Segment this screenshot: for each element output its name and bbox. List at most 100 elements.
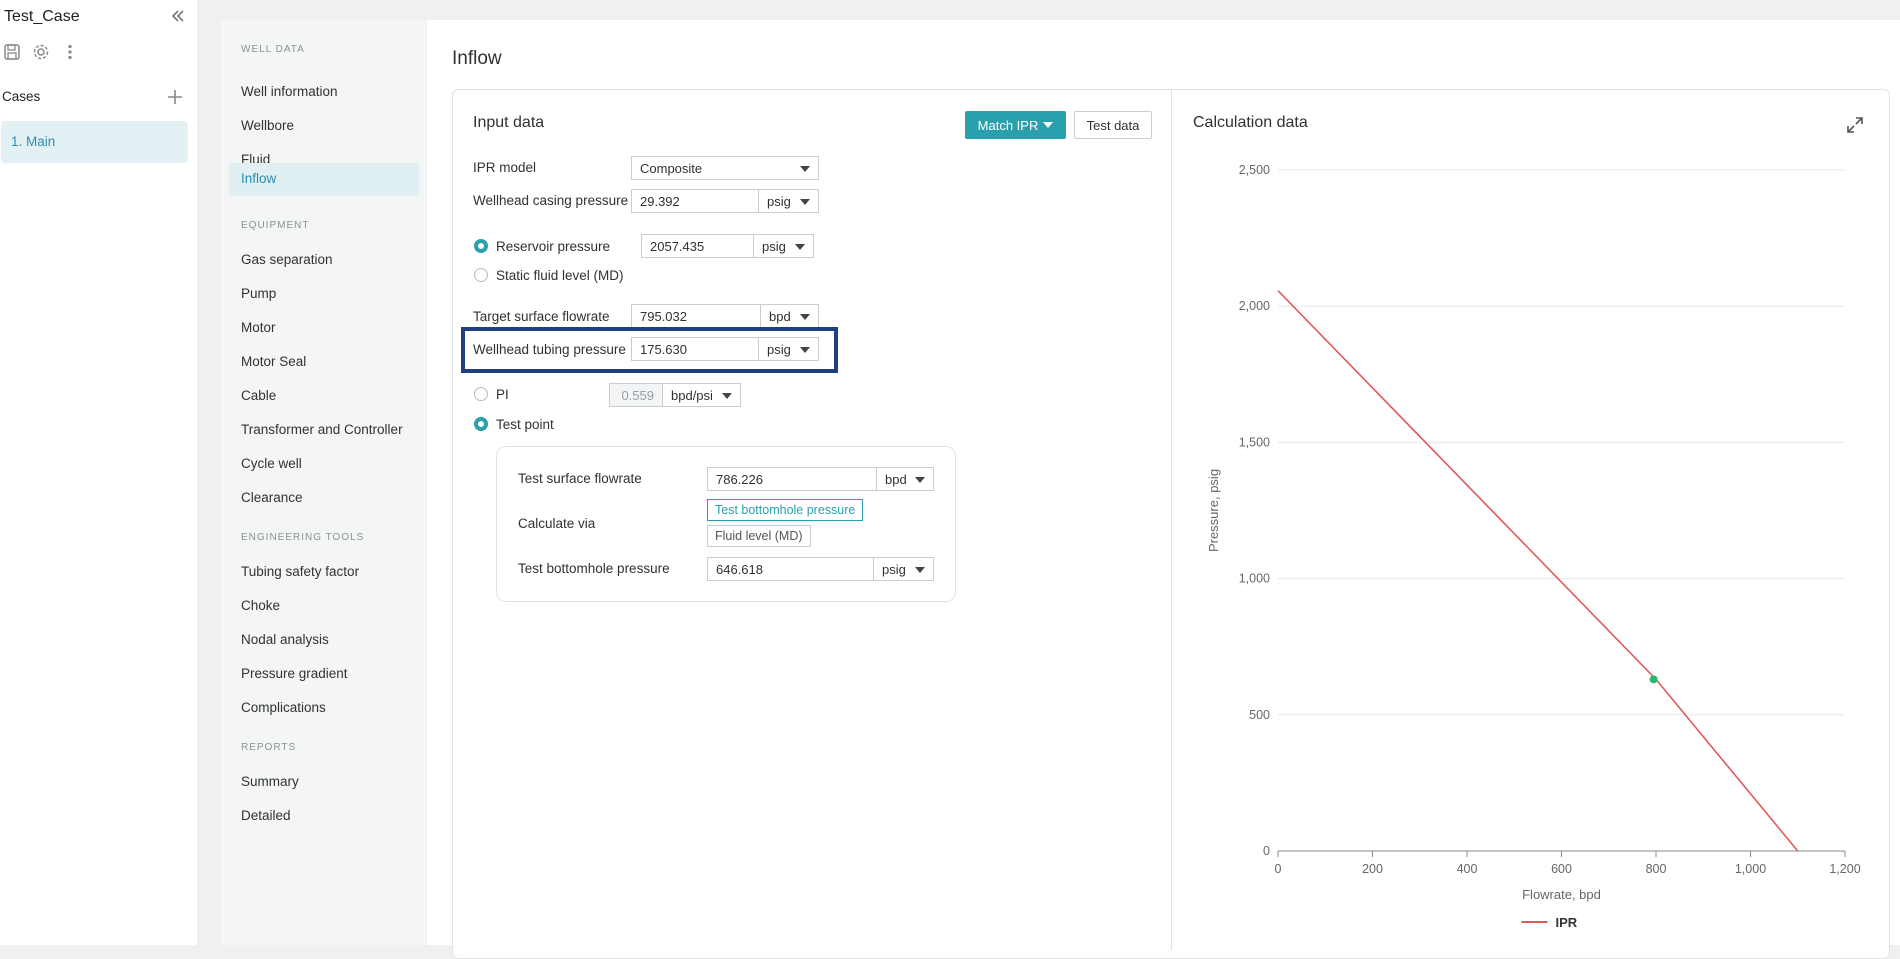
page-title: Inflow <box>452 48 502 69</box>
test-surface-flowrate-label: Test surface flowrate <box>518 471 642 486</box>
chevron-down-icon <box>1043 122 1054 128</box>
unit-value: psig <box>762 239 786 254</box>
x-tick-label: 400 <box>1457 862 1478 876</box>
add-case-icon[interactable] <box>166 88 184 106</box>
test-surface-flowrate-input[interactable]: 786.226 <box>707 467 877 491</box>
expand-icon[interactable] <box>1845 115 1865 135</box>
pi-input[interactable]: 0.559 <box>609 383 663 407</box>
unit-value: psig <box>882 562 906 577</box>
nav-item-motor-seal[interactable]: Motor Seal <box>229 346 419 379</box>
y-tick-label: 2,000 <box>1239 299 1270 313</box>
ipr-model-select[interactable]: Composite <box>631 156 819 180</box>
x-axis-label: Flowrate, bpd <box>1522 887 1601 902</box>
nav-item-wellbore[interactable]: Wellbore <box>229 110 419 143</box>
legend-label-ipr: IPR <box>1556 915 1578 930</box>
target-surface-flowrate-label: Target surface flowrate <box>473 309 610 324</box>
test-data-button[interactable]: Test data <box>1074 111 1152 139</box>
pi-label: PI <box>496 387 509 402</box>
pi-radio[interactable] <box>474 387 488 401</box>
x-tick-label: 600 <box>1551 862 1572 876</box>
nav-item-summary[interactable]: Summary <box>229 766 419 799</box>
chevron-down-icon <box>915 567 925 573</box>
wellhead-tubing-pressure-input[interactable]: 175.630 <box>631 337 759 361</box>
y-tick-label: 2,500 <box>1239 163 1270 177</box>
case-item-main[interactable]: 1. Main <box>1 121 188 163</box>
target-surface-flowrate-input[interactable]: 795.032 <box>631 304 761 328</box>
pi-unit[interactable]: bpd/psi <box>662 383 741 407</box>
wellhead-casing-pressure-unit[interactable]: psig <box>758 189 819 213</box>
x-tick-label: 800 <box>1646 862 1667 876</box>
reservoir-pressure-unit[interactable]: psig <box>753 234 814 258</box>
match-ipr-button[interactable]: Match IPR <box>965 111 1066 139</box>
option-fluid-level-md[interactable]: Fluid level (MD) <box>707 525 811 547</box>
unit-value: psig <box>767 342 791 357</box>
wellhead-tubing-pressure-label: Wellhead tubing pressure <box>473 342 626 357</box>
reservoir-pressure-label: Reservoir pressure <box>496 239 611 254</box>
nav-item-nodal-analysis[interactable]: Nodal analysis <box>229 624 419 657</box>
cases-label: Cases <box>2 89 41 104</box>
save-icon[interactable] <box>2 42 22 62</box>
match-ipr-label: Match IPR <box>977 117 1039 133</box>
ipr-model-value: Composite <box>640 161 703 176</box>
chevron-down-icon <box>915 477 925 483</box>
wellhead-casing-pressure-label: Wellhead casing pressure <box>473 193 629 208</box>
ipr-chart: 0 500 1,000 1,500 2,000 2,500 0 200 400 600 800 1,0… <box>1206 163 1861 930</box>
project-title: Test_Case <box>4 8 80 25</box>
nav-item-tubing-safety-factor[interactable]: Tubing safety factor <box>229 556 419 589</box>
x-tick-label: 1,200 <box>1829 862 1860 876</box>
more-vertical-icon[interactable] <box>60 42 80 62</box>
nav-item-pressure-gradient[interactable]: Pressure gradient <box>229 658 419 691</box>
nav-section-engineering-tools: ENGINEERING TOOLS <box>241 532 365 543</box>
nav-section-well-data: WELL DATA <box>241 44 305 55</box>
nav-item-inflow[interactable]: Inflow <box>229 163 419 196</box>
nav-item-well-information[interactable]: Well information <box>229 76 419 109</box>
option-test-bottomhole-pressure[interactable]: Test bottomhole pressure <box>707 499 864 521</box>
y-axis-label: Pressure, psig <box>1206 469 1221 552</box>
ipr-series-line <box>1277 290 1799 852</box>
chevron-down-icon <box>800 347 810 353</box>
nav-section-reports: REPORTS <box>241 742 297 753</box>
x-tick-label: 200 <box>1362 862 1383 876</box>
chevron-down-icon <box>800 199 810 205</box>
nav-item-complications[interactable]: Complications <box>229 692 419 725</box>
nav-item-pump[interactable]: Pump <box>229 278 419 311</box>
reservoir-pressure-input[interactable]: 2057.435 <box>641 234 754 258</box>
static-fluid-level-label: Static fluid level (MD) <box>496 268 624 283</box>
nav-item-transformer-and-controller[interactable]: Transformer and Controller <box>229 414 419 447</box>
wellhead-tubing-pressure-unit[interactable]: psig <box>758 337 819 361</box>
x-tick-label: 1,000 <box>1735 862 1766 876</box>
test-point-label: Test point <box>496 417 554 432</box>
static-fluid-level-radio[interactable] <box>474 268 488 282</box>
chevron-down-icon <box>800 314 810 320</box>
nav-item-clearance[interactable]: Clearance <box>229 482 419 515</box>
test-point-marker <box>1649 675 1658 684</box>
nav-item-cycle-well[interactable]: Cycle well <box>229 448 419 481</box>
y-tick-label: 500 <box>1249 708 1270 722</box>
reservoir-pressure-radio[interactable] <box>474 239 488 253</box>
test-bottomhole-pressure-label: Test bottomhole pressure <box>518 561 670 576</box>
unit-value: psig <box>767 194 791 209</box>
nav-item-detailed[interactable]: Detailed <box>229 800 419 833</box>
collapse-sidebar-icon[interactable] <box>168 6 188 26</box>
calculation-data-title: Calculation data <box>1193 114 1308 131</box>
nav-item-choke[interactable]: Choke <box>229 590 419 623</box>
test-point-radio[interactable] <box>474 417 488 431</box>
settings-gear-icon[interactable] <box>31 42 51 62</box>
unit-value: bpd <box>885 472 907 487</box>
project-sidebar: Test_Case Cases 1. Main <box>0 0 197 945</box>
test-bottomhole-pressure-unit[interactable]: psig <box>873 557 934 581</box>
top-strip <box>213 0 1900 12</box>
wellhead-casing-pressure-input[interactable]: 29.392 <box>631 189 759 213</box>
chevron-down-icon <box>800 166 810 172</box>
chevron-down-icon <box>795 244 805 250</box>
test-surface-flowrate-unit[interactable]: bpd <box>876 467 934 491</box>
x-tick-label: 0 <box>1275 862 1282 876</box>
nav-item-gas-separation[interactable]: Gas separation <box>229 244 419 277</box>
nav-item-cable[interactable]: Cable <box>229 380 419 413</box>
nav-item-motor[interactable]: Motor <box>229 312 419 345</box>
ipr-model-label: IPR model <box>473 160 537 175</box>
chevron-down-icon <box>722 393 732 399</box>
target-surface-flowrate-unit[interactable]: bpd <box>760 304 819 328</box>
test-bottomhole-pressure-input[interactable]: 646.618 <box>707 557 874 581</box>
nav-section-equipment: EQUIPMENT <box>241 220 310 231</box>
